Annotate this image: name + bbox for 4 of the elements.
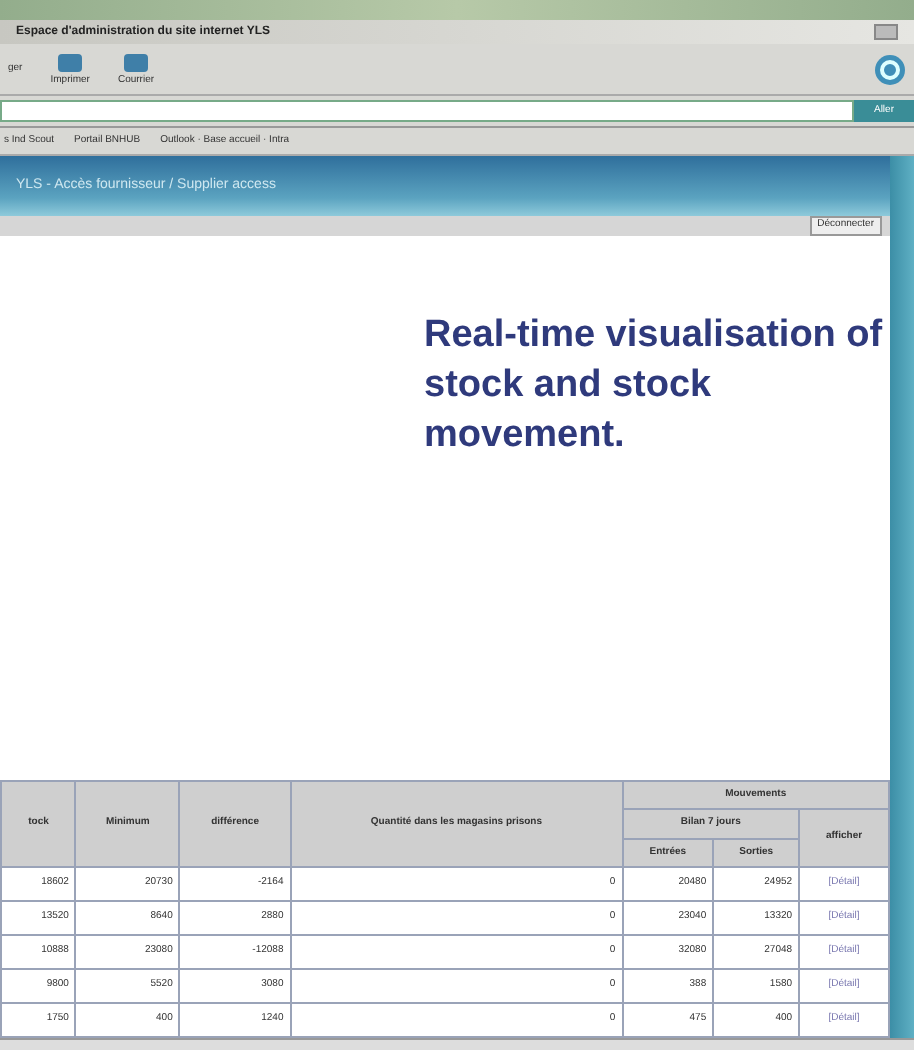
browser-logo-icon[interactable] (874, 51, 906, 87)
headline: Real-time visualisation of stock and stock movement. (424, 312, 885, 460)
scrollbar[interactable] (890, 156, 914, 1038)
address-field[interactable] (0, 100, 854, 122)
